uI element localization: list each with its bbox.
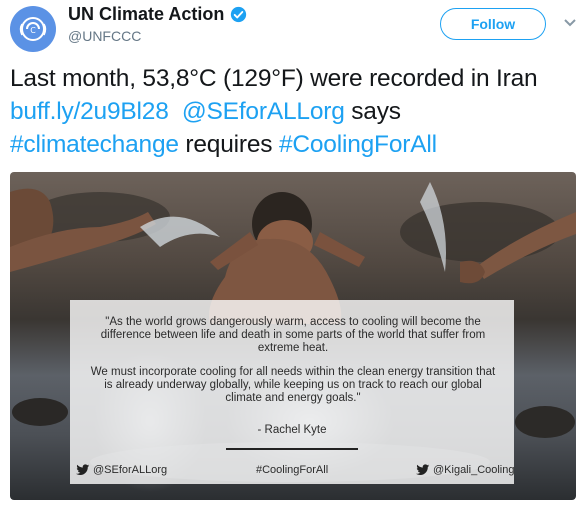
avatar[interactable]: C <box>10 6 56 52</box>
tweet-media-image[interactable]: "As the world grows dangerously warm, ac… <box>10 172 576 500</box>
quote-attribution: - Rachel Kyte <box>257 424 327 436</box>
display-name-text[interactable]: UN Climate Action <box>68 4 224 25</box>
svg-text:C: C <box>30 26 36 35</box>
verified-badge-icon <box>231 6 247 23</box>
twitter-bird-icon <box>76 464 90 476</box>
footer-hashtag-text: #CoolingForAll <box>256 464 329 476</box>
footer-handle-kigali: @Kigali_Cooling <box>416 464 515 476</box>
tweet-hashtag-climatechange[interactable]: #climatechange <box>10 131 179 158</box>
tweet-text: Last month, 53,8°C (129°F) were recorded… <box>10 62 576 161</box>
follow-button[interactable]: Follow <box>440 8 546 40</box>
quote-card: "As the world grows dangerously warm, ac… <box>70 300 515 484</box>
quote-text: "As the world grows dangerously warm, ac… <box>88 316 498 416</box>
quote-paragraph: "As the world grows dangerously warm, ac… <box>100 316 486 354</box>
footer-handle-seforallorg: @SEforALLorg <box>76 464 167 476</box>
tweet-text-part: Last month, 53,8°C (129°F) were recorded… <box>10 65 538 92</box>
tweet-hashtag-coolingforall[interactable]: #CoolingForAll <box>279 131 437 158</box>
tweet-mention[interactable]: @SEforALLorg <box>182 98 345 125</box>
tweet-text-part: requires <box>178 131 279 158</box>
tweet-text-part: says <box>344 98 401 125</box>
un-climate-logo-icon: C <box>19 17 47 41</box>
tweet-link[interactable]: buff.ly/2u9Bl28 <box>10 98 169 125</box>
quote-paragraph: We must incorporate cooling for all need… <box>90 366 496 404</box>
footer-hashtag: #CoolingForAll <box>256 464 328 476</box>
footer-handle-text: @SEforALLorg <box>93 464 168 476</box>
display-name[interactable]: UN Climate Action <box>68 4 247 25</box>
divider <box>226 448 358 450</box>
footer-handle-text: @Kigali_Cooling <box>433 464 515 476</box>
account-handle[interactable]: @UNFCCC <box>68 28 141 44</box>
twitter-bird-icon <box>416 464 430 476</box>
tweet-spacer <box>169 98 182 125</box>
chevron-down-icon[interactable] <box>564 18 576 28</box>
